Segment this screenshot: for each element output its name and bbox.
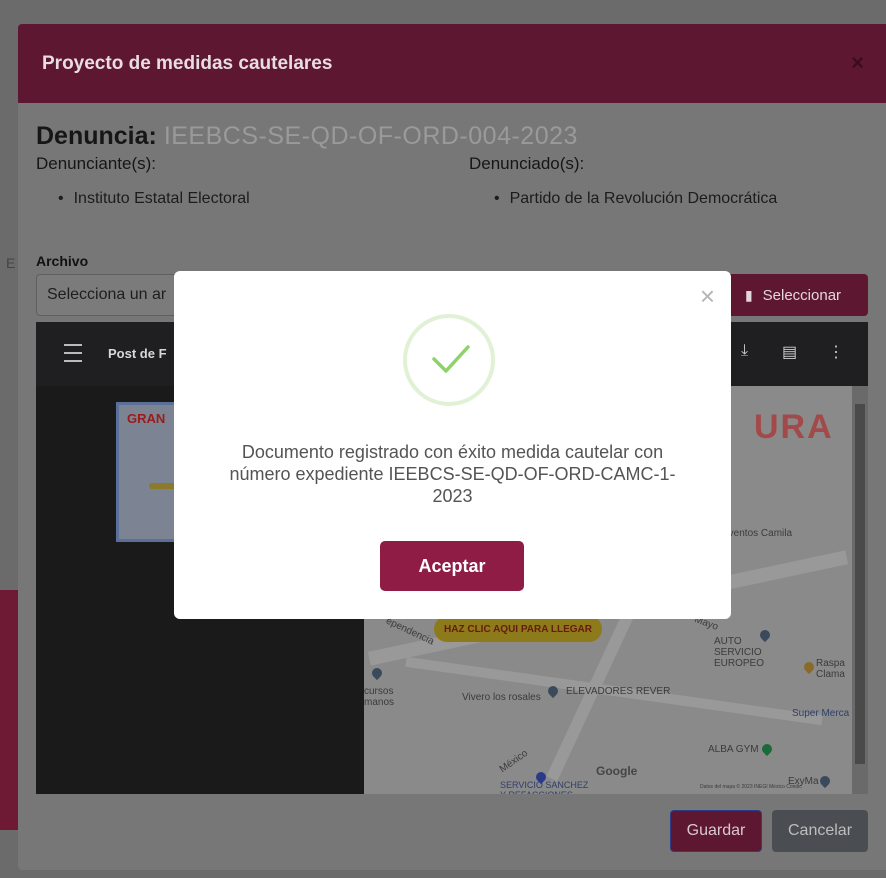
menu-icon[interactable] [64, 344, 82, 362]
map-label: SERVICIO SANCHEZ Y REFACCIONES [500, 780, 589, 794]
map-pin-icon [759, 741, 775, 757]
save-button[interactable]: Guardar [670, 810, 762, 852]
dialog-close-icon[interactable]: × [700, 283, 715, 309]
success-icon-ring [403, 314, 495, 406]
poster-big-text: URA [754, 408, 834, 446]
denunciante-item: Instituto Estatal Electoral [58, 190, 250, 208]
map-pin-icon [369, 665, 385, 681]
map-label: Vivero los rosales [462, 692, 541, 703]
download-icon[interactable]: ⤓ [741, 342, 748, 360]
archivo-label: Archivo [36, 253, 89, 269]
accept-button[interactable]: Aceptar [380, 541, 524, 591]
map-pin-icon [801, 659, 817, 675]
document-title: Post de F [108, 346, 167, 361]
denuncia-number: IEEBCS-SE-QD-OF-ORD-004-2023 [163, 122, 578, 150]
denunciado-item: Partido de la Revolución Democrática [494, 190, 778, 208]
map-directions-banner: HAZ CLIC AQUI PARA LLEGAR [434, 616, 602, 642]
denuncia-label: Denuncia: [36, 122, 157, 150]
modal-title: Proyecto de medidas cautelares [42, 52, 333, 74]
more-options-icon[interactable]: ⋮ [828, 342, 844, 362]
google-logo: Google [596, 764, 638, 778]
map-label: AUTO SERVICIO EUROPEO [714, 636, 765, 669]
select-file-label: Seleccionar [762, 286, 842, 304]
viewer-scrollbar[interactable] [852, 386, 868, 794]
map-label: cursos manos [364, 686, 395, 708]
denunciados-label: Denunciado(s): [469, 154, 585, 173]
map-label: México [497, 747, 530, 776]
close-icon[interactable]: × [851, 50, 864, 76]
cancel-button[interactable]: Cancelar [772, 810, 868, 852]
thumbnail-title: GRAN [127, 411, 166, 426]
success-message: Documento registrado con éxito medida ca… [229, 442, 676, 506]
map-attribution: Datos del mapa © 2023 INEGI México Condi… [700, 784, 802, 790]
map-pin-icon [817, 773, 833, 789]
map-label: ALBA GYM [708, 744, 759, 755]
denunciantes-label: Denunciante(s): [36, 154, 157, 173]
map-label: ELEVADORES REVER [566, 686, 671, 697]
denuncia-heading: Denuncia: IEEBCS-SE-QD-OF-ORD-004-2023 [36, 122, 578, 151]
check-icon [432, 345, 470, 373]
background-strip [0, 590, 18, 830]
modal-header: Proyecto de medidas cautelares × [18, 24, 886, 103]
file-icon: ▮ [744, 286, 753, 303]
map-label: Eventos Camila [722, 528, 793, 539]
viewer-scrollbar-thumb[interactable] [855, 404, 865, 764]
background-letter: E [6, 255, 16, 271]
map-label: Raspa Clama [816, 658, 845, 680]
select-file-button[interactable]: ▮ Seleccionar [718, 274, 868, 316]
map-label: Super Merca [792, 708, 850, 719]
success-dialog: × Documento registrado con éxito medida … [174, 271, 731, 619]
print-icon[interactable]: ▤ [782, 342, 797, 362]
